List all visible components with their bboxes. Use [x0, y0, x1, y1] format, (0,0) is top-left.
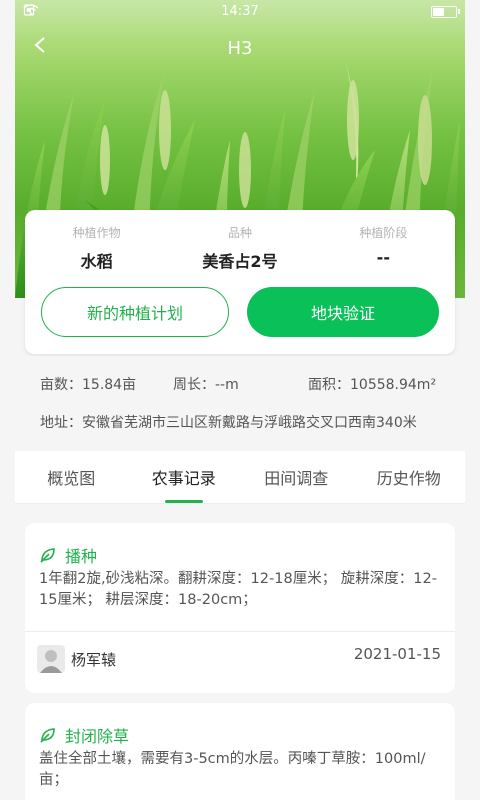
- stat-label: 种植作物: [72, 226, 121, 240]
- tab-label: 田间调查: [264, 469, 329, 488]
- area-mu: 亩数：15.84亩: [40, 377, 137, 393]
- user-avatar-icon: [37, 645, 65, 673]
- record-title: 播种: [65, 547, 98, 566]
- address: 地址：安徽省芜湖市三山区新戴路与浮峨路交叉口西南340米: [40, 415, 417, 431]
- new-plan-button[interactable]: 新的种植计划: [41, 287, 229, 337]
- record-header: 播种: [39, 543, 97, 567]
- stat-stage: 种植阶段 --: [312, 224, 455, 272]
- record-header: 封闭除草: [39, 723, 129, 747]
- stat-value: 水稻: [80, 252, 113, 271]
- record-description: 1年翻2旋,砂浅粘深。翻耕深度：12-18厘米； 旋耕深度：12-15厘米； 耕…: [39, 571, 437, 608]
- page-title: H3: [227, 38, 253, 59]
- nav-bar: H3: [15, 30, 465, 70]
- record-title: 封闭除草: [65, 727, 130, 746]
- record-description: 盖住全部土壤，需要有3-5cm的水层。丙嗪丁草胺：100ml/亩；: [39, 751, 426, 788]
- status-bar: 14:37: [15, 0, 465, 24]
- crop-card: 种植作物 水稻 品种 美香占2号 种植阶段 -- 新的种植计划 地块验证: [25, 210, 455, 354]
- battery-icon: [431, 6, 460, 18]
- stat-label: 种植阶段: [359, 226, 408, 240]
- tab-farm-records[interactable]: 农事记录: [128, 451, 241, 503]
- record-card[interactable]: 封闭除草 盖住全部土壤，需要有3-5cm的水层。丙嗪丁草胺：100ml/亩；: [25, 703, 455, 800]
- area-m2: 面积：10558.94m²: [308, 377, 437, 393]
- verify-field-button[interactable]: 地块验证: [247, 287, 439, 337]
- tab-label: 历史作物: [376, 469, 441, 488]
- tab-bar: 概览图 农事记录 田间调查 历史作物: [15, 451, 465, 504]
- stat-value: 美香占2号: [202, 252, 278, 271]
- active-tab-indicator: [164, 500, 203, 503]
- divider: [25, 631, 455, 632]
- record-date: 2021-01-15: [353, 645, 441, 663]
- stat-crop: 种植作物 水稻: [25, 224, 168, 272]
- record-card[interactable]: 播种 1年翻2旋,砂浅粘深。翻耕深度：12-18厘米； 旋耕深度：12-15厘米…: [25, 523, 455, 693]
- tab-label: 农事记录: [151, 469, 216, 488]
- user-name: 杨军辕: [71, 650, 117, 669]
- page: 14:37 H3 种植作物 水稻 品种 美香占2号 种植阶段 -- 新的种植计划…: [15, 0, 465, 800]
- crop-stats: 种植作物 水稻 品种 美香占2号 种植阶段 --: [25, 224, 455, 272]
- tab-field-survey[interactable]: 田间调查: [240, 451, 353, 503]
- perimeter: 周长：--m: [173, 377, 239, 393]
- stat-value: --: [376, 248, 390, 267]
- record-user: 杨军辕: [37, 645, 116, 673]
- status-time: 14:37: [221, 4, 259, 19]
- stat-label: 品种: [227, 226, 252, 240]
- leaf-icon: [40, 728, 55, 743]
- tab-label: 概览图: [47, 469, 96, 488]
- field-info: 亩数：15.84亩 周长：--m 面积：10558.94m² 地址：安徽省芜湖市…: [15, 356, 465, 450]
- leaf-icon: [40, 548, 55, 563]
- tab-overview[interactable]: 概览图: [15, 451, 128, 503]
- battery-level: [433, 8, 444, 16]
- tab-crop-history[interactable]: 历史作物: [353, 451, 466, 503]
- stat-variety: 品种 美香占2号: [168, 224, 311, 272]
